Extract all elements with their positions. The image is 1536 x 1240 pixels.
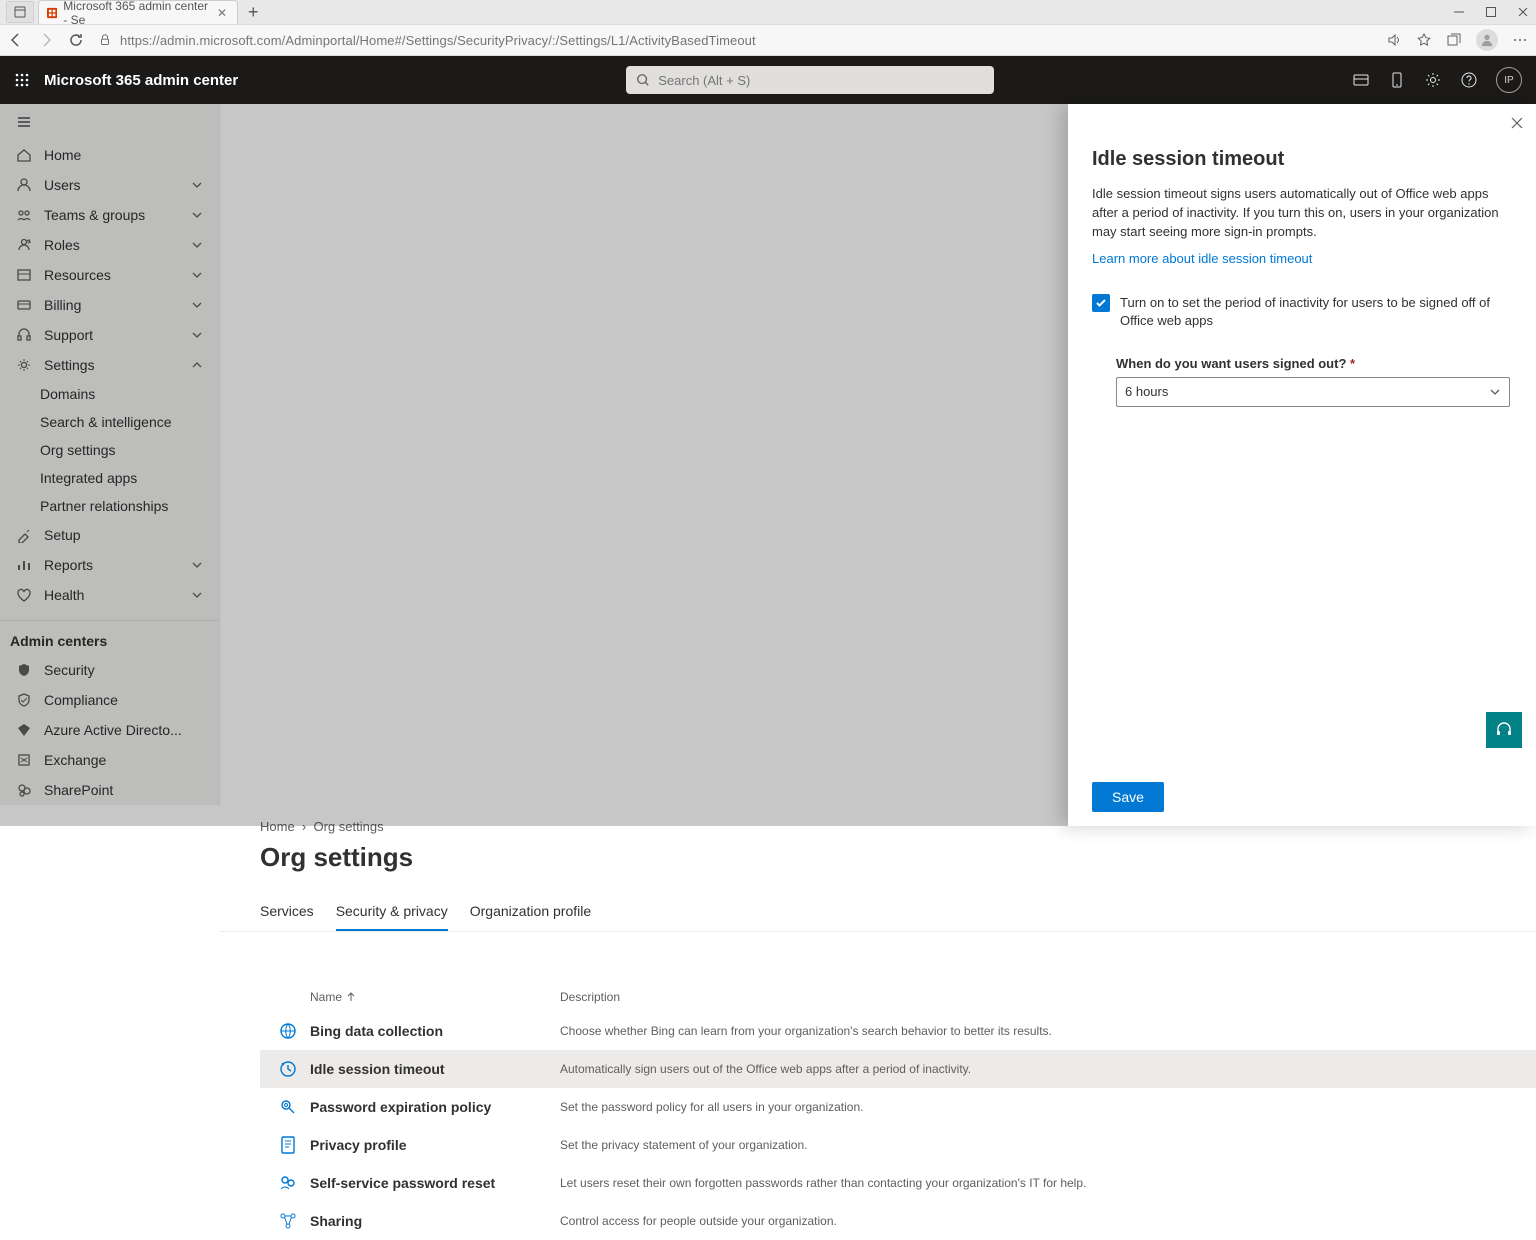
window-maximize-button[interactable]: [1484, 5, 1498, 19]
panel-close-button[interactable]: [1510, 116, 1524, 130]
search-icon: [636, 73, 650, 87]
enable-timeout-checkbox[interactable]: [1092, 294, 1110, 312]
save-button[interactable]: Save: [1092, 782, 1164, 812]
row-name: Password expiration policy: [310, 1099, 560, 1115]
row-name: Bing data collection: [310, 1023, 560, 1039]
side-panel: Idle session timeout Idle session timeou…: [1068, 104, 1536, 826]
read-aloud-icon[interactable]: [1386, 32, 1402, 48]
row-description: Control access for people outside your o…: [560, 1214, 1536, 1228]
card-icon[interactable]: [1352, 71, 1370, 89]
main-stage: HomeUsersTeams & groupsRolesResourcesBil…: [0, 104, 1536, 826]
row-description: Set the privacy statement of your organi…: [560, 1138, 1536, 1152]
table-row[interactable]: Privacy profileSet the privacy statement…: [260, 1126, 1536, 1164]
table-row[interactable]: SharingControl access for people outside…: [260, 1202, 1536, 1240]
modal-scrim[interactable]: [0, 104, 1068, 826]
browser-refresh-button[interactable]: [68, 32, 84, 48]
sort-asc-icon: [346, 992, 356, 1002]
browser-menu-icon[interactable]: [1512, 32, 1528, 48]
row-description: Automatically sign users out of the Offi…: [560, 1062, 1536, 1076]
favorites-icon[interactable]: [1416, 32, 1432, 48]
row-description: Let users reset their own forgotten pass…: [560, 1176, 1536, 1190]
headset-icon: [1495, 721, 1513, 739]
row-icon: [266, 1021, 310, 1041]
new-tab-button[interactable]: +: [242, 2, 265, 23]
row-description: Set the password policy for all users in…: [560, 1100, 1536, 1114]
row-icon: [266, 1211, 310, 1231]
browser-chrome: Microsoft 365 admin center - Se ✕ + http…: [0, 0, 1536, 56]
browser-profile-avatar[interactable]: [1476, 29, 1498, 51]
tab-bar: Services Security & privacy Organization p…: [220, 893, 1536, 932]
collections-icon[interactable]: [1446, 32, 1462, 48]
help-icon[interactable]: [1460, 71, 1478, 89]
row-icon: [266, 1097, 310, 1117]
table-header: Name Description: [260, 982, 1536, 1012]
checkbox-label: Turn on to set the period of inactivity …: [1120, 294, 1512, 330]
help-fab-button[interactable]: [1486, 712, 1522, 748]
table-row[interactable]: Idle session timeoutAutomatically sign u…: [260, 1050, 1536, 1088]
check-icon: [1095, 297, 1107, 309]
page-title: Org settings: [220, 840, 1536, 893]
lock-icon: [98, 33, 112, 47]
row-name: Privacy profile: [310, 1137, 560, 1153]
row-description: Choose whether Bing can learn from your …: [560, 1024, 1536, 1038]
row-icon: [266, 1135, 310, 1155]
search-box[interactable]: [626, 66, 994, 94]
settings-icon[interactable]: [1424, 71, 1442, 89]
row-name: Sharing: [310, 1213, 560, 1229]
window-close-button[interactable]: [1516, 5, 1530, 19]
row-icon: [266, 1173, 310, 1193]
mobile-icon[interactable]: [1388, 71, 1406, 89]
app-title[interactable]: Microsoft 365 admin center: [44, 72, 238, 89]
column-header-name[interactable]: Name: [310, 990, 560, 1004]
content-area: Home › Org settings Org settings Service…: [220, 805, 1536, 1240]
row-name: Idle session timeout: [310, 1061, 560, 1077]
chevron-down-icon: [1489, 386, 1501, 398]
signout-field-label: When do you want users signed out? *: [1116, 356, 1512, 371]
address-bar-url[interactable]: https://admin.microsoft.com/Adminportal/…: [120, 33, 756, 48]
tab-services[interactable]: Services: [260, 893, 314, 931]
table-row[interactable]: Self-service password resetLet users res…: [260, 1164, 1536, 1202]
browser-tab[interactable]: Microsoft 365 admin center - Se ✕: [38, 0, 238, 24]
app-launcher-icon[interactable]: [14, 72, 30, 88]
row-icon: [266, 1059, 310, 1079]
panel-learn-more-link[interactable]: Learn more about idle session timeout: [1092, 251, 1312, 266]
panel-description: Idle session timeout signs users automat…: [1092, 185, 1512, 242]
tab-security-privacy[interactable]: Security & privacy: [336, 893, 448, 931]
panel-title: Idle session timeout: [1092, 148, 1512, 171]
row-name: Self-service password reset: [310, 1175, 560, 1191]
table-row[interactable]: Bing data collectionChoose whether Bing …: [260, 1012, 1536, 1050]
browser-forward-button[interactable]: [38, 32, 54, 48]
table-row[interactable]: Password expiration policySet the passwo…: [260, 1088, 1536, 1126]
user-avatar[interactable]: IP: [1496, 67, 1522, 93]
browser-back-button[interactable]: [8, 32, 24, 48]
favicon-icon: [47, 7, 57, 19]
column-header-description[interactable]: Description: [560, 990, 1536, 1004]
search-input[interactable]: [658, 73, 984, 88]
window-minimize-button[interactable]: [1452, 5, 1466, 19]
tab-preview-icon[interactable]: [6, 1, 34, 23]
tab-close-button[interactable]: ✕: [215, 6, 229, 20]
app-top-nav: Microsoft 365 admin center IP: [0, 56, 1536, 104]
tab-title: Microsoft 365 admin center - Se: [63, 0, 209, 27]
signout-duration-select[interactable]: 6 hours: [1116, 377, 1510, 407]
tab-organization-profile[interactable]: Organization profile: [470, 893, 591, 931]
